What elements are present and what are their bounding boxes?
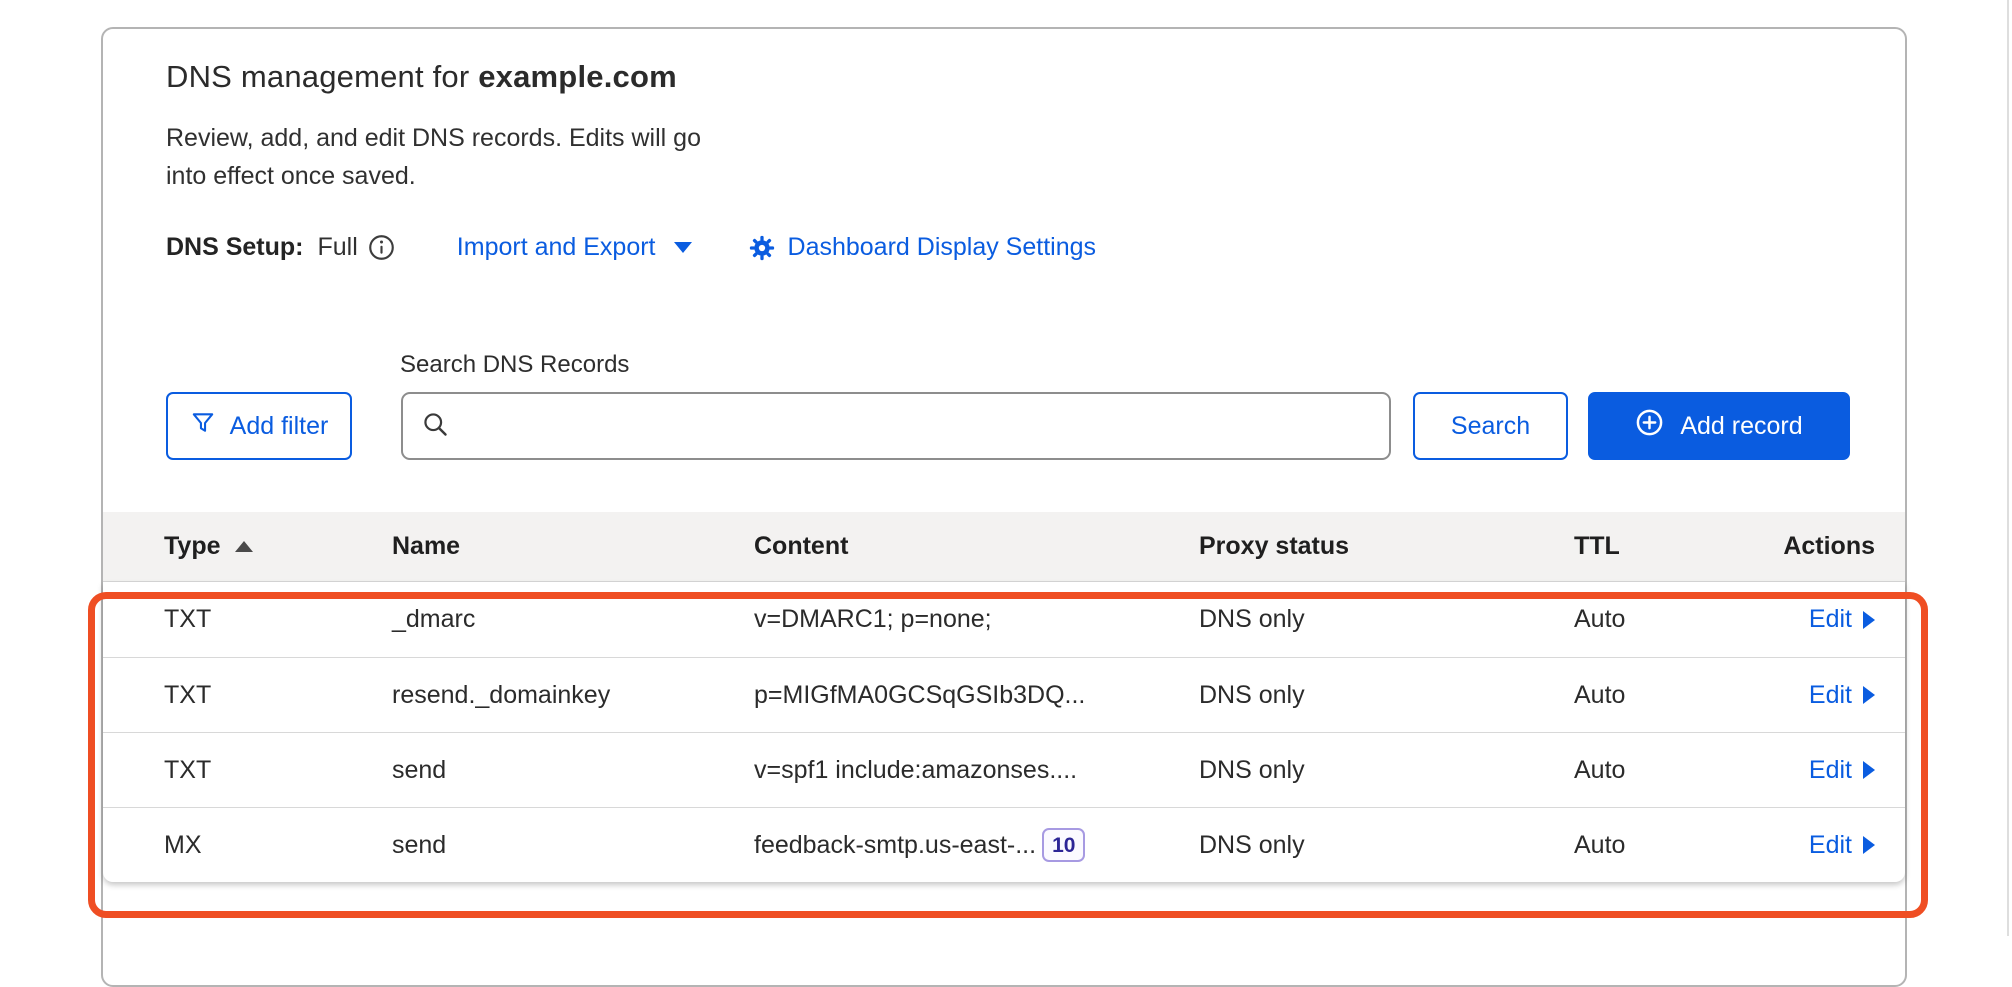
cell-proxy-status: DNS only: [1199, 756, 1574, 785]
caret-down-icon: [674, 242, 692, 253]
cell-type: TXT: [164, 756, 392, 785]
cell-content: feedback-smtp.us-east-... 10: [754, 828, 1199, 862]
card-header-section: DNS management for example.com Review, a…: [103, 29, 1905, 460]
add-filter-button[interactable]: Add filter: [166, 392, 352, 460]
add-record-label: Add record: [1680, 412, 1802, 441]
edit-record-button[interactable]: Edit: [1809, 681, 1875, 710]
edit-arrow-icon: [1863, 836, 1875, 854]
info-icon[interactable]: [368, 234, 395, 261]
page-title: DNS management for example.com: [166, 59, 1875, 95]
column-header-proxy-status[interactable]: Proxy status: [1199, 532, 1574, 561]
page-title-domain: example.com: [478, 59, 677, 94]
table-header-row: Type Name Content Proxy status TTL Actio…: [103, 512, 1905, 582]
viewport-right-divider: [2007, 0, 2009, 936]
cell-proxy-status: DNS only: [1199, 605, 1574, 634]
cell-name: resend._domainkey: [392, 681, 754, 710]
import-export-link[interactable]: Import and Export: [457, 233, 692, 262]
dns-records-table: Type Name Content Proxy status TTL Actio…: [103, 512, 1905, 882]
search-button[interactable]: Search: [1413, 392, 1568, 460]
page-title-prefix: DNS management for: [166, 59, 478, 94]
cell-ttl: Auto: [1574, 756, 1764, 785]
priority-badge: 10: [1042, 828, 1085, 862]
column-header-type[interactable]: Type: [164, 532, 392, 561]
cell-ttl: Auto: [1574, 831, 1764, 860]
search-input-label: Search DNS Records: [400, 350, 1875, 380]
edit-record-button[interactable]: Edit: [1809, 756, 1875, 785]
search-input[interactable]: [463, 412, 1371, 440]
cell-ttl: Auto: [1574, 681, 1764, 710]
column-header-actions: Actions: [1783, 532, 1875, 561]
toolbar: Add filter Search: [166, 392, 1875, 460]
edit-record-button[interactable]: Edit: [1809, 605, 1875, 634]
table-row: TXT send v=spf1 include:amazonses.... DN…: [103, 732, 1905, 807]
cell-content-text: feedback-smtp.us-east-...: [754, 831, 1036, 860]
edit-label: Edit: [1809, 605, 1852, 634]
search-box: [401, 392, 1391, 460]
cell-name: send: [392, 831, 754, 860]
edit-arrow-icon: [1863, 686, 1875, 704]
gear-icon: [748, 234, 776, 262]
edit-arrow-icon: [1863, 761, 1875, 779]
table-row: TXT resend._domainkey p=MIGfMA0GCSqGSIb3…: [103, 657, 1905, 732]
table-body: TXT _dmarc v=DMARC1; p=none; DNS only Au…: [103, 582, 1905, 882]
column-header-content[interactable]: Content: [754, 532, 1199, 561]
cell-content: v=DMARC1; p=none;: [754, 605, 1199, 634]
cell-proxy-status: DNS only: [1199, 681, 1574, 710]
edit-record-button[interactable]: Edit: [1809, 831, 1875, 860]
search-icon: [421, 410, 449, 443]
cell-type: TXT: [164, 681, 392, 710]
sort-ascending-icon: [235, 541, 253, 552]
filter-icon: [190, 410, 216, 443]
cell-ttl: Auto: [1574, 605, 1764, 634]
edit-label: Edit: [1809, 831, 1852, 860]
add-record-button[interactable]: Add record: [1588, 392, 1850, 460]
cell-type: TXT: [164, 605, 392, 634]
cell-content: p=MIGfMA0GCSqGSIb3DQ...: [754, 681, 1199, 710]
cell-name: send: [392, 756, 754, 785]
edit-label: Edit: [1809, 681, 1852, 710]
table-row: TXT _dmarc v=DMARC1; p=none; DNS only Au…: [103, 582, 1905, 657]
cell-proxy-status: DNS only: [1199, 831, 1574, 860]
page-description: Review, add, and edit DNS records. Edits…: [166, 119, 706, 195]
import-export-label: Import and Export: [457, 233, 656, 262]
column-header-name[interactable]: Name: [392, 532, 754, 561]
edit-label: Edit: [1809, 756, 1852, 785]
table-row: MX send feedback-smtp.us-east-... 10 DNS…: [103, 807, 1905, 882]
add-filter-label: Add filter: [230, 412, 329, 441]
cell-content: v=spf1 include:amazonses....: [754, 756, 1199, 785]
dns-setup-label: DNS Setup:: [166, 233, 304, 262]
plus-circle-icon: [1635, 408, 1664, 444]
cell-type: MX: [164, 831, 392, 860]
cell-name: _dmarc: [392, 605, 754, 634]
column-header-ttl[interactable]: TTL: [1574, 532, 1764, 561]
edit-arrow-icon: [1863, 611, 1875, 629]
column-header-type-label: Type: [164, 532, 221, 561]
dns-management-card: DNS management for example.com Review, a…: [101, 27, 1907, 987]
dns-setup-row: DNS Setup: Full Import and Export: [166, 233, 1875, 262]
dashboard-display-settings-link[interactable]: Dashboard Display Settings: [788, 233, 1097, 262]
dns-setup-value: Full: [318, 233, 358, 262]
